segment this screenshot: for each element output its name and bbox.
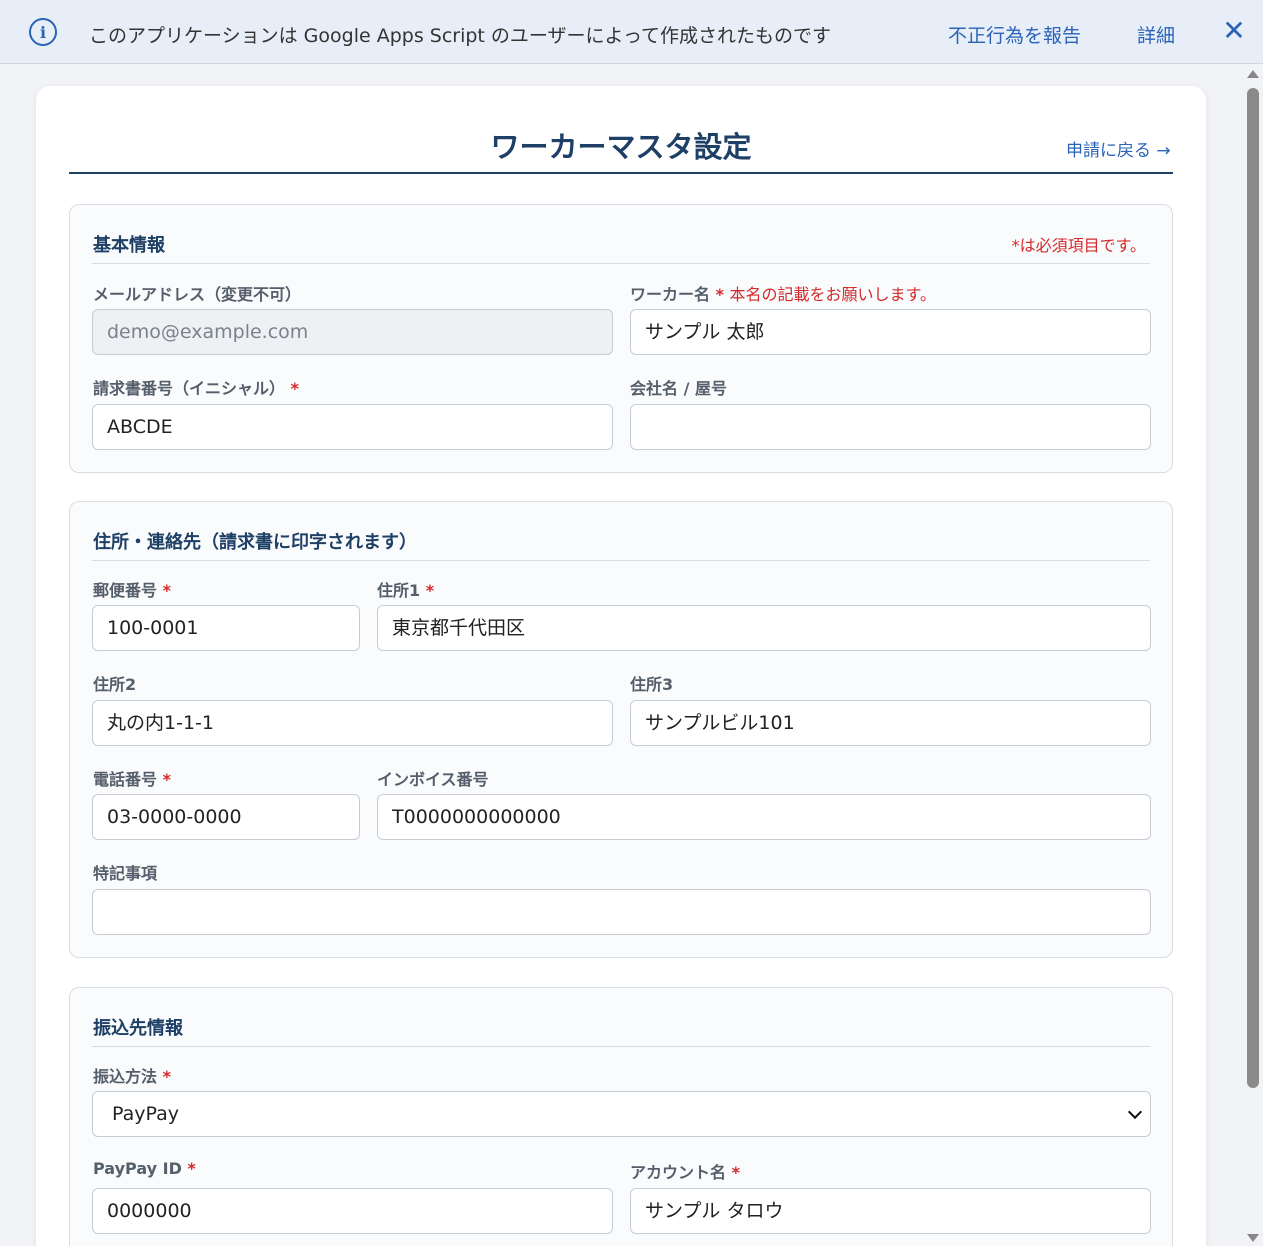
payment-method-label: 振込方法 * <box>93 1067 171 1086</box>
notes-label: 特記事項 <box>93 864 158 883</box>
basic-info-section: 基本情報 *は必須項目です。 メールアドレス（変更不可） demo@exampl… <box>69 204 1173 473</box>
payment-method-value: PayPay <box>112 1103 179 1125</box>
section-divider <box>92 263 1150 264</box>
back-to-application-link[interactable]: 申請に戻る → <box>1066 136 1171 161</box>
address-section: 住所・連絡先（請求書に印字されます） 郵便番号 * 100-0001 住所1 *… <box>69 501 1173 958</box>
section-title: 住所・連絡先（請求書に印字されます） <box>93 532 417 553</box>
report-abuse-link[interactable]: 不正行為を報告 <box>948 21 1081 48</box>
paypay-id-label: PayPay ID * <box>93 1159 196 1178</box>
phone-label: 電話番号 * <box>93 770 171 789</box>
address2-input[interactable]: 丸の内1-1-1 <box>92 700 613 746</box>
phone-input[interactable]: 03-0000-0000 <box>92 794 360 840</box>
worker-name-label: ワーカー名 * 本名の記載をお願いします。 <box>630 285 936 304</box>
email-field[interactable]: demo@example.com <box>92 309 613 355</box>
section-title: 基本情報 <box>93 235 165 256</box>
info-icon: i <box>29 18 57 46</box>
address2-label: 住所2 <box>93 675 137 694</box>
page-title: ワーカーマスタ設定 <box>490 130 752 164</box>
invoice-number-label: インボイス番号 <box>377 770 489 789</box>
invoice-number-input[interactable]: T0000000000000 <box>377 794 1151 840</box>
invoice-initial-input[interactable]: ABCDE <box>92 404 613 450</box>
address1-input[interactable]: 東京都千代田区 <box>377 605 1151 651</box>
address1-label: 住所1 * <box>377 581 435 600</box>
postal-code-input[interactable]: 100-0001 <box>92 605 360 651</box>
chevron-down-icon <box>1127 1104 1143 1120</box>
notes-input[interactable] <box>92 889 1151 935</box>
scrollbar-thumb[interactable] <box>1247 88 1259 1088</box>
invoice-initial-label: 請求書番号（イニシャル） * <box>93 379 299 398</box>
account-name-label: アカウント名 * <box>630 1163 740 1182</box>
settings-card: ワーカーマスタ設定 申請に戻る → 基本情報 *は必須項目です。 メールアドレス… <box>36 86 1206 1246</box>
scrollbar[interactable] <box>1243 64 1263 1246</box>
gas-warning-banner: i このアプリケーションは Google Apps Script のユーザーによ… <box>0 0 1263 64</box>
section-title: 振込先情報 <box>93 1018 183 1039</box>
required-note: *は必須項目です。 <box>1011 236 1146 255</box>
section-divider <box>92 560 1150 561</box>
worker-name-input[interactable]: サンプル 太郎 <box>630 309 1151 355</box>
company-label: 会社名 / 屋号 <box>630 379 727 398</box>
title-divider <box>69 172 1173 174</box>
bank-info-section: 振込先情報 振込方法 * PayPay PayPay ID * 0000000 … <box>69 987 1173 1246</box>
payment-method-select[interactable]: PayPay <box>92 1091 1151 1137</box>
scroll-down-arrow-icon[interactable] <box>1247 1234 1259 1242</box>
postal-code-label: 郵便番号 * <box>93 581 171 600</box>
close-icon[interactable]: ✕ <box>1221 16 1247 46</box>
banner-message: このアプリケーションは Google Apps Script のユーザーによって… <box>89 25 832 47</box>
section-divider <box>92 1046 1150 1047</box>
scroll-up-arrow-icon[interactable] <box>1247 70 1259 78</box>
account-name-input[interactable]: サンプル タロウ <box>630 1188 1151 1234</box>
details-link[interactable]: 詳細 <box>1137 21 1175 48</box>
paypay-id-input[interactable]: 0000000 <box>92 1188 613 1234</box>
email-label: メールアドレス（変更不可） <box>93 285 302 304</box>
company-input[interactable] <box>630 404 1151 450</box>
address3-label: 住所3 <box>630 675 674 694</box>
address3-input[interactable]: サンプルビル101 <box>630 700 1151 746</box>
